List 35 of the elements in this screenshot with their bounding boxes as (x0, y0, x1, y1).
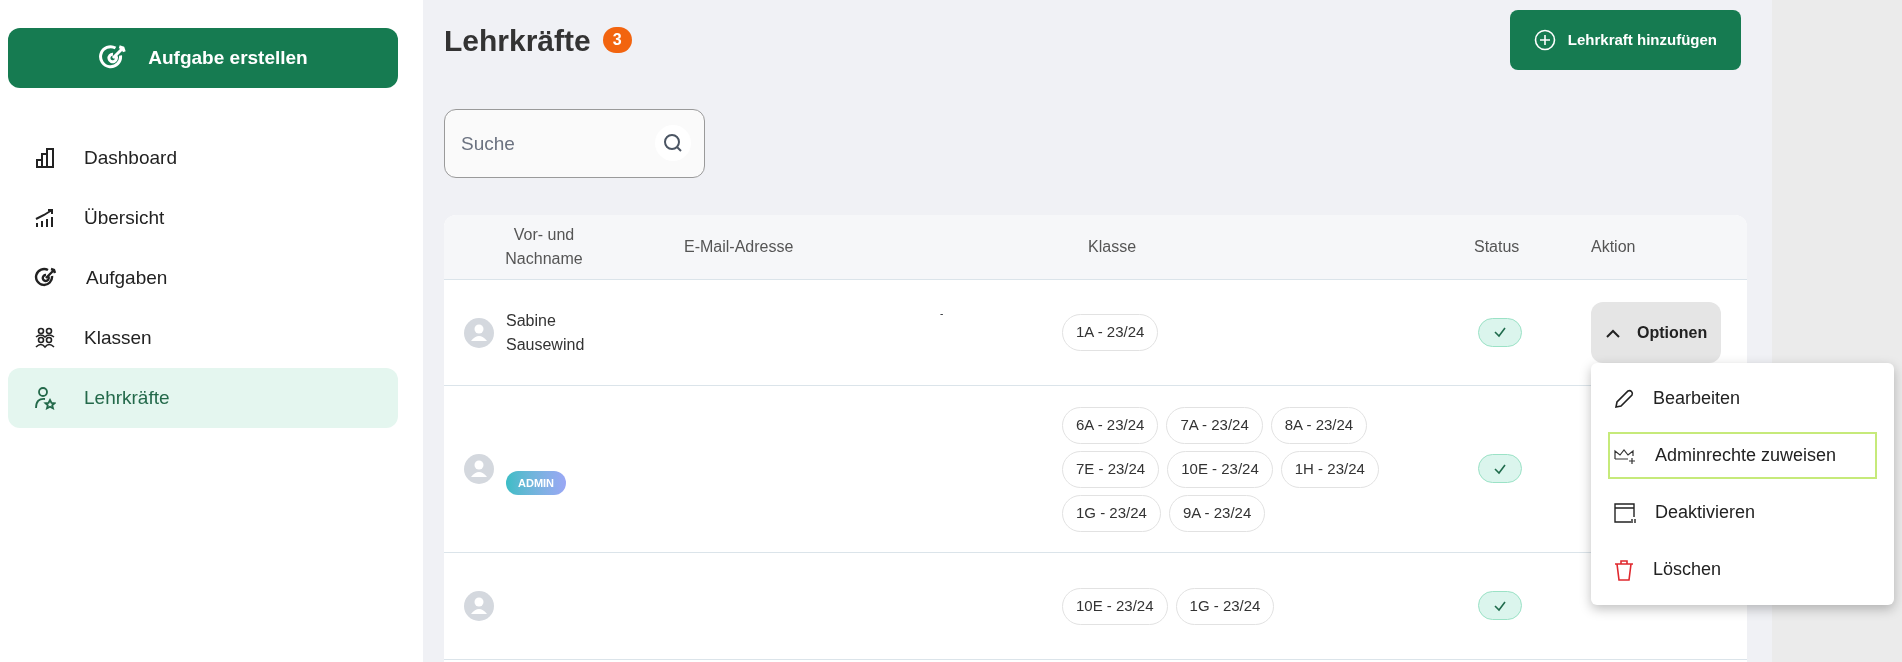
add-teacher-button[interactable]: Lehrkraft hinzufügen (1509, 10, 1741, 70)
sidebar-item[interactable]: Lehrkräfte (8, 368, 398, 428)
create-task-button[interactable]: Aufgabe erstellen (8, 28, 398, 88)
options-button[interactable]: Optionen (1591, 302, 1722, 363)
sidebar-item[interactable]: Dashboard (8, 128, 398, 188)
admin-badge: ADMIN (506, 470, 567, 496)
column-header: Status (1474, 237, 1520, 257)
menu-item[interactable]: Adminrechte zuweisen (1608, 432, 1877, 479)
teacher-name: Sabine Sausewind (506, 310, 586, 355)
column-header: Klasse (1088, 237, 1137, 257)
column-header: E-Mail-Adresse (684, 237, 794, 257)
caret-icon (1605, 327, 1621, 338)
pencil-icon (1613, 387, 1635, 410)
sidebar-item[interactable]: Klassen (8, 308, 398, 368)
avatar-icon (464, 454, 494, 484)
avatar-icon (464, 591, 494, 621)
column-header: Aktion (1591, 237, 1636, 257)
search-field[interactable]: Suche (444, 109, 705, 178)
avatar-icon (464, 317, 494, 348)
page-title: Lehrkräfte (444, 22, 591, 59)
menu-item[interactable]: Deaktivieren (1608, 489, 1877, 536)
group-icon (34, 327, 56, 349)
menu-item[interactable]: Bearbeiten (1608, 375, 1877, 422)
window-pause-icon (1613, 501, 1637, 524)
trend-chart-icon (34, 207, 56, 229)
trash-icon (1613, 557, 1635, 582)
sidebar-item[interactable]: Aufgaben (8, 248, 398, 308)
email-text: - (940, 308, 944, 319)
column-header: Vor- und Nachname (504, 225, 584, 269)
count-badge: 3 (602, 27, 632, 53)
plus-circle-icon (1533, 29, 1556, 51)
bar-chart-icon (34, 147, 56, 169)
menu-item[interactable]: Löschen (1608, 546, 1877, 593)
person-star-icon (34, 386, 56, 410)
sidebar-item[interactable]: Übersicht (8, 188, 398, 248)
